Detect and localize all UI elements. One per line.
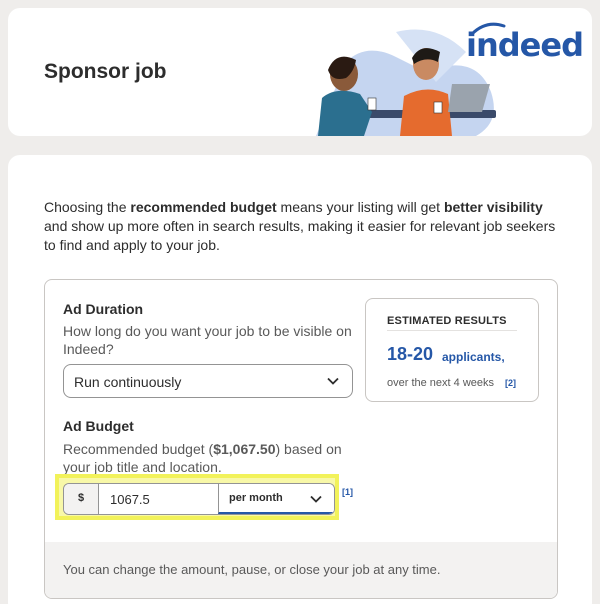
currency-prefix: $ [64,484,99,514]
ad-duration-description: How long do you want your job to be visi… [63,323,352,357]
ad-duration-select[interactable]: Run continuously [63,364,353,398]
ad-budget-label: Ad Budget [63,418,134,434]
indeed-logo[interactable]: indeed [466,26,584,64]
header-card: Sponsor job indeed [8,8,592,136]
budget-period-select[interactable]: per month [218,484,334,514]
budget-input-group: $ per month [63,483,335,515]
main-card: Choosing the recommended budget means yo… [8,155,592,604]
chevron-down-icon [327,377,339,385]
budget-amount-input[interactable] [100,484,218,514]
chevron-down-icon [310,495,322,503]
info-note: You can change the amount, pause, or clo… [45,542,557,598]
intro-text: Choosing the recommended budget means yo… [44,199,556,253]
page-title: Sponsor job [44,60,167,83]
estimated-results-card: ESTIMATED RESULTS 18-20 applicants, over… [365,298,539,402]
footnote-ref-2[interactable]: [2] [505,378,516,388]
sponsor-form: Ad Duration How long do you want your jo… [44,279,558,599]
ad-duration-value: Run continuously [74,374,182,390]
divider [387,330,517,331]
budget-period-value: per month [229,492,283,504]
estimate-period: over the next 4 weeks [387,377,495,389]
info-note-text: You can change the amount, pause, or clo… [63,562,441,577]
estimated-results-title: ESTIMATED RESULTS [387,315,507,327]
ad-duration-label: Ad Duration [63,301,144,317]
applicant-count: 18-20 [387,344,434,364]
ad-budget-description: Recommended budget ($1,067.50) based on … [63,441,342,475]
applicant-unit: applicants, [442,350,505,364]
footnote-ref-1[interactable]: [1] [342,487,353,497]
